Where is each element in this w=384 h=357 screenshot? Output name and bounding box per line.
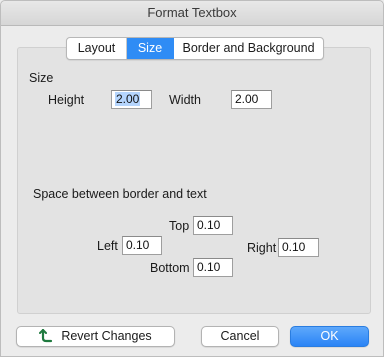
format-textbox-dialog: Format Textbox Layout Size Border and Ba… [0,0,384,357]
revert-changes-button[interactable]: Revert Changes [16,326,175,347]
tab-layout[interactable]: Layout [67,38,127,59]
revert-arrow-icon [39,328,53,343]
size-section-label: Size [29,71,54,85]
right-label: Right [247,241,277,255]
top-label: Top [169,219,190,233]
width-label: Width [169,93,201,107]
left-label: Left [97,239,118,253]
tab-size[interactable]: Size [127,38,174,59]
right-input[interactable]: 0.10 [278,238,319,257]
ok-button[interactable]: OK [290,326,369,347]
spacing-section-label: Space between border and text [33,187,207,201]
height-label: Height [48,93,85,107]
tab-bar: Layout Size Border and Background [66,37,324,60]
left-input[interactable]: 0.10 [122,236,162,255]
bottom-label: Bottom [150,261,190,275]
height-input[interactable]: 2.00 [111,90,152,109]
tab-border-and-background[interactable]: Border and Background [174,38,323,59]
width-input[interactable]: 2.00 [231,90,272,109]
cancel-button[interactable]: Cancel [201,326,279,347]
bottom-input[interactable]: 0.10 [193,258,233,277]
top-input[interactable]: 0.10 [193,216,233,235]
window-title: Format Textbox [1,1,383,26]
revert-changes-label: Revert Changes [61,329,152,343]
height-value: 2.00 [115,92,141,106]
